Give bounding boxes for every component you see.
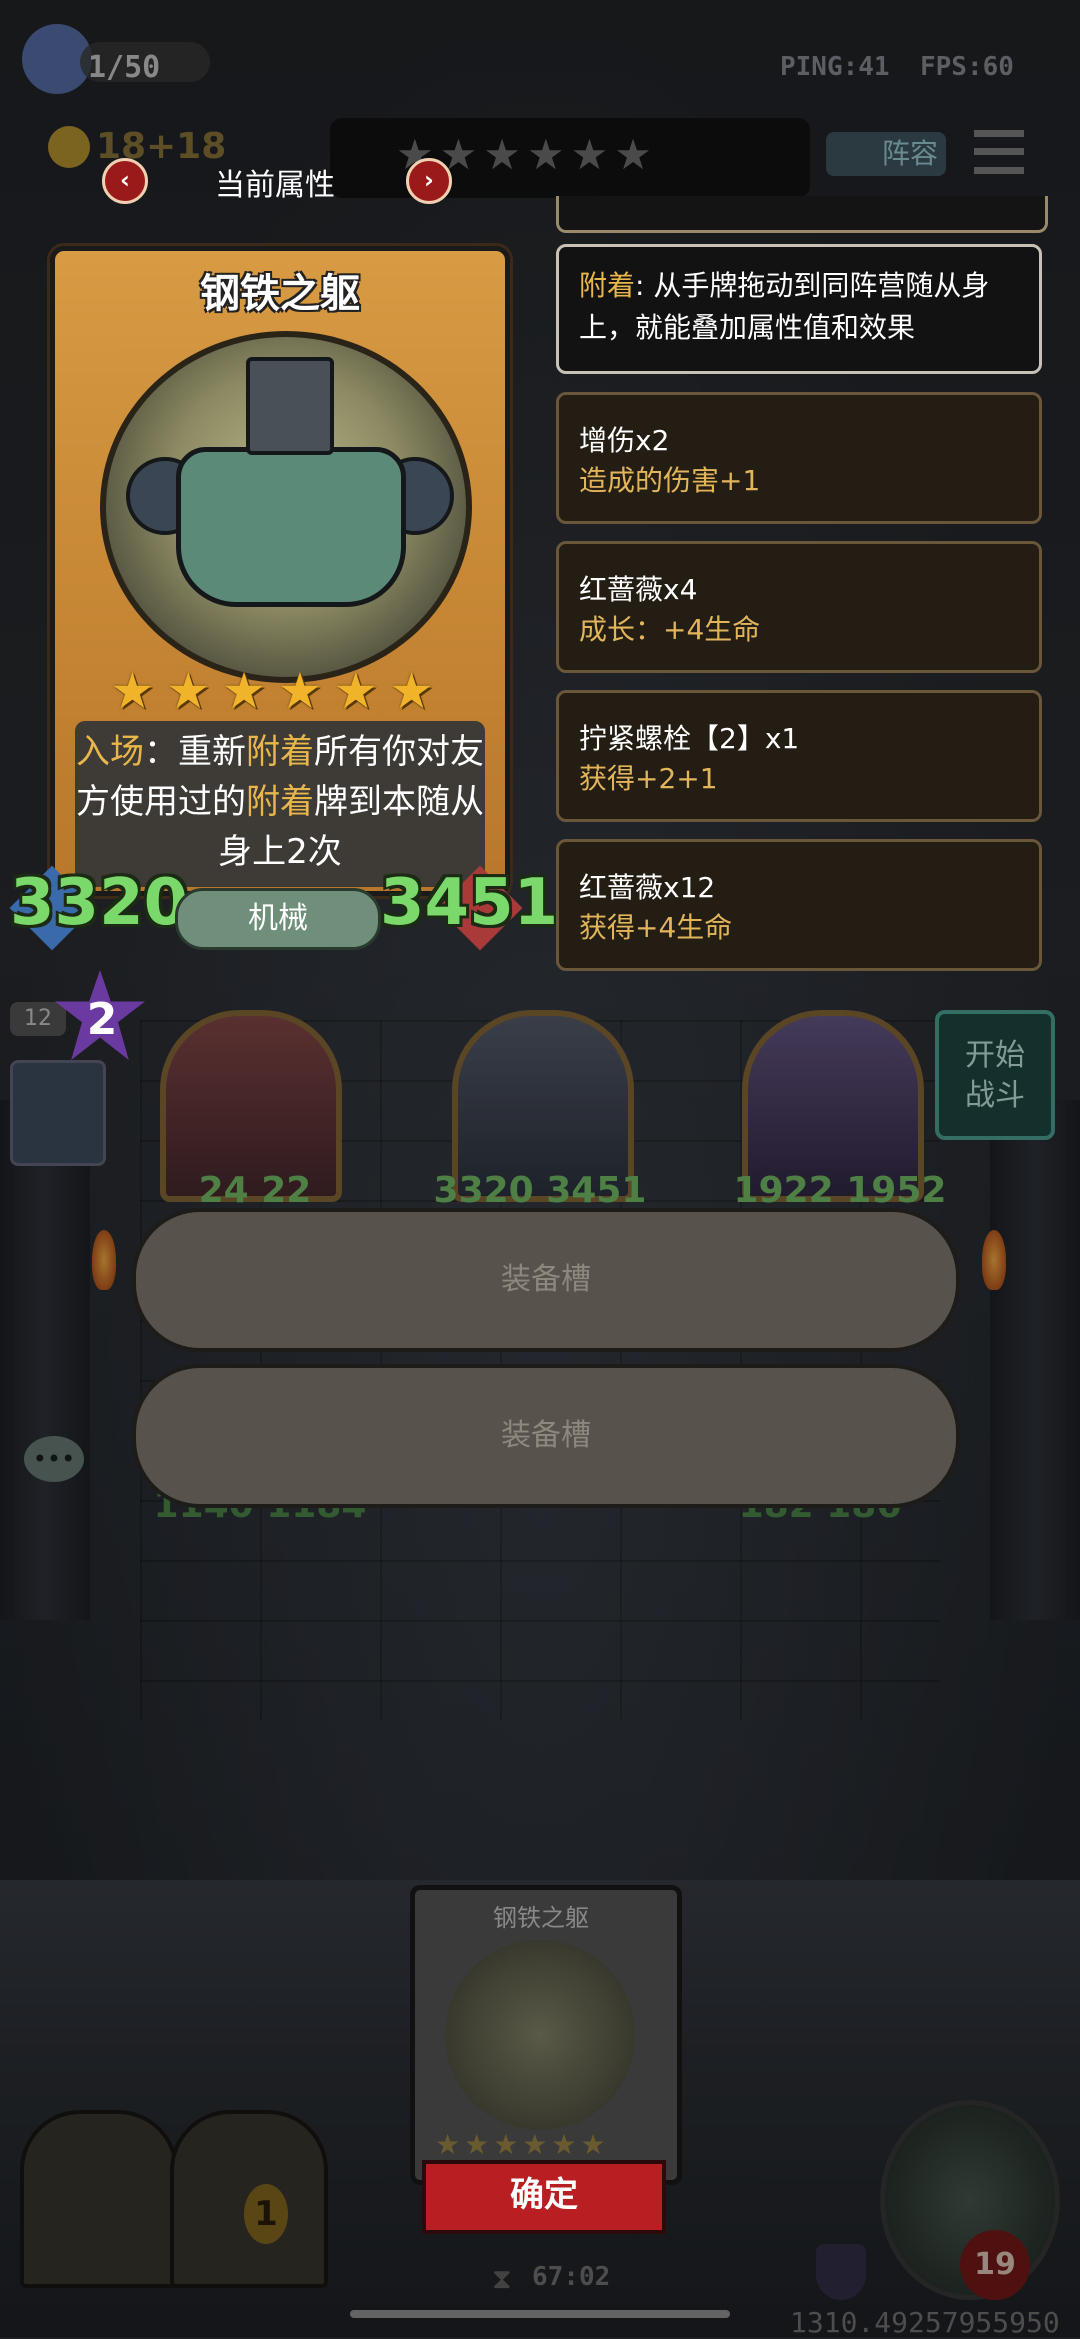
card-description: 入场：重新附着所有你对友方使用过的附着牌到本随从身上2次 [75, 721, 485, 887]
star-icon: ★ [110, 662, 155, 720]
buff-title: 红蔷薇x12 [579, 871, 716, 904]
buff-detail: 成长：+4生命 [579, 613, 761, 646]
buff-entry: 红蔷薇x12 获得+4生命 [556, 839, 1042, 971]
attach-text: : 从手牌拖动到同阵营随从身上，就能叠加属性值和效果 [579, 269, 990, 344]
equipment-slot[interactable]: 装备槽 [132, 1364, 960, 1508]
menu-icon[interactable] [974, 130, 1024, 174]
star-icon: ★ [165, 662, 211, 720]
card-portrait [100, 331, 472, 683]
buff-detail: 获得+4生命 [579, 911, 733, 944]
desc-keyword-entry: 入场 [76, 732, 144, 772]
card-attack: 3320 [10, 866, 189, 940]
star-icon: ★ [221, 662, 267, 720]
attach-label: 附着 [579, 269, 636, 302]
desc-keyword-attach: 附着 [246, 732, 314, 772]
desc-text: ：重新 [144, 732, 246, 772]
hero-power-icon[interactable] [10, 1060, 106, 1166]
equipment-slot[interactable]: 装备槽 [132, 1208, 960, 1352]
level-tag: 12 [10, 1002, 66, 1036]
minion-card: 钢铁之躯 ★ ★ ★ ★ ★ ★ 入场：重新附着所有你对友方使用过的附着牌到本随… [50, 246, 510, 896]
selected-card-preview[interactable]: 钢铁之躯 ★★★★★★ [410, 1885, 682, 2185]
buff-title: 增伤x2 [579, 424, 670, 457]
desc-keyword-attach: 附着 [246, 782, 314, 822]
buff-detail: 造成的伤害+1 [579, 464, 761, 497]
next-arrow-icon[interactable]: › [406, 158, 452, 204]
fps-readout: FPS:60 [920, 52, 1014, 82]
panel-title: 当前属性 [215, 168, 335, 203]
card-stars: ★ ★ ★ ★ ★ ★ [110, 666, 434, 716]
selected-card-portrait [445, 1940, 635, 2130]
ping-readout: PING:41 [780, 52, 890, 82]
star-icon: ★ [277, 662, 323, 720]
card-tribe: 机械 [175, 888, 381, 950]
coin-icon [48, 126, 90, 168]
star-icon: ★ [389, 662, 434, 720]
buff-entry: 红蔷薇x4 成长：+4生命 [556, 541, 1042, 673]
player-count: 1/50 [88, 50, 161, 85]
card-health: 3451 [380, 866, 559, 940]
star-icon: ★ [333, 662, 379, 720]
robot-head [246, 357, 334, 455]
robot-body [176, 447, 406, 607]
lineup-button[interactable]: 阵容 [826, 132, 946, 176]
buff-entry: 拧紧螺栓【2】x1 获得+2+1 [556, 690, 1042, 822]
buff-entry: 增伤x2 造成的伤害+1 [556, 392, 1042, 524]
confirm-button[interactable]: 确定 [422, 2160, 666, 2234]
tavern-level: 2 [86, 994, 118, 1045]
panel-top-edge [556, 196, 1048, 233]
card-name: 钢铁之躯 [200, 271, 360, 317]
attach-explanation: 附着: 从手牌拖动到同阵营随从身上，就能叠加属性值和效果 [556, 244, 1042, 374]
selected-card-stars: ★★★★★★ [435, 2128, 610, 2161]
buff-title: 红蔷薇x4 [579, 573, 698, 606]
selected-card-name: 钢铁之躯 [493, 1904, 589, 1932]
prev-arrow-icon[interactable]: ‹ [102, 158, 148, 204]
buff-title: 拧紧螺栓【2】x1 [579, 722, 800, 755]
buff-detail: 获得+2+1 [579, 762, 718, 795]
